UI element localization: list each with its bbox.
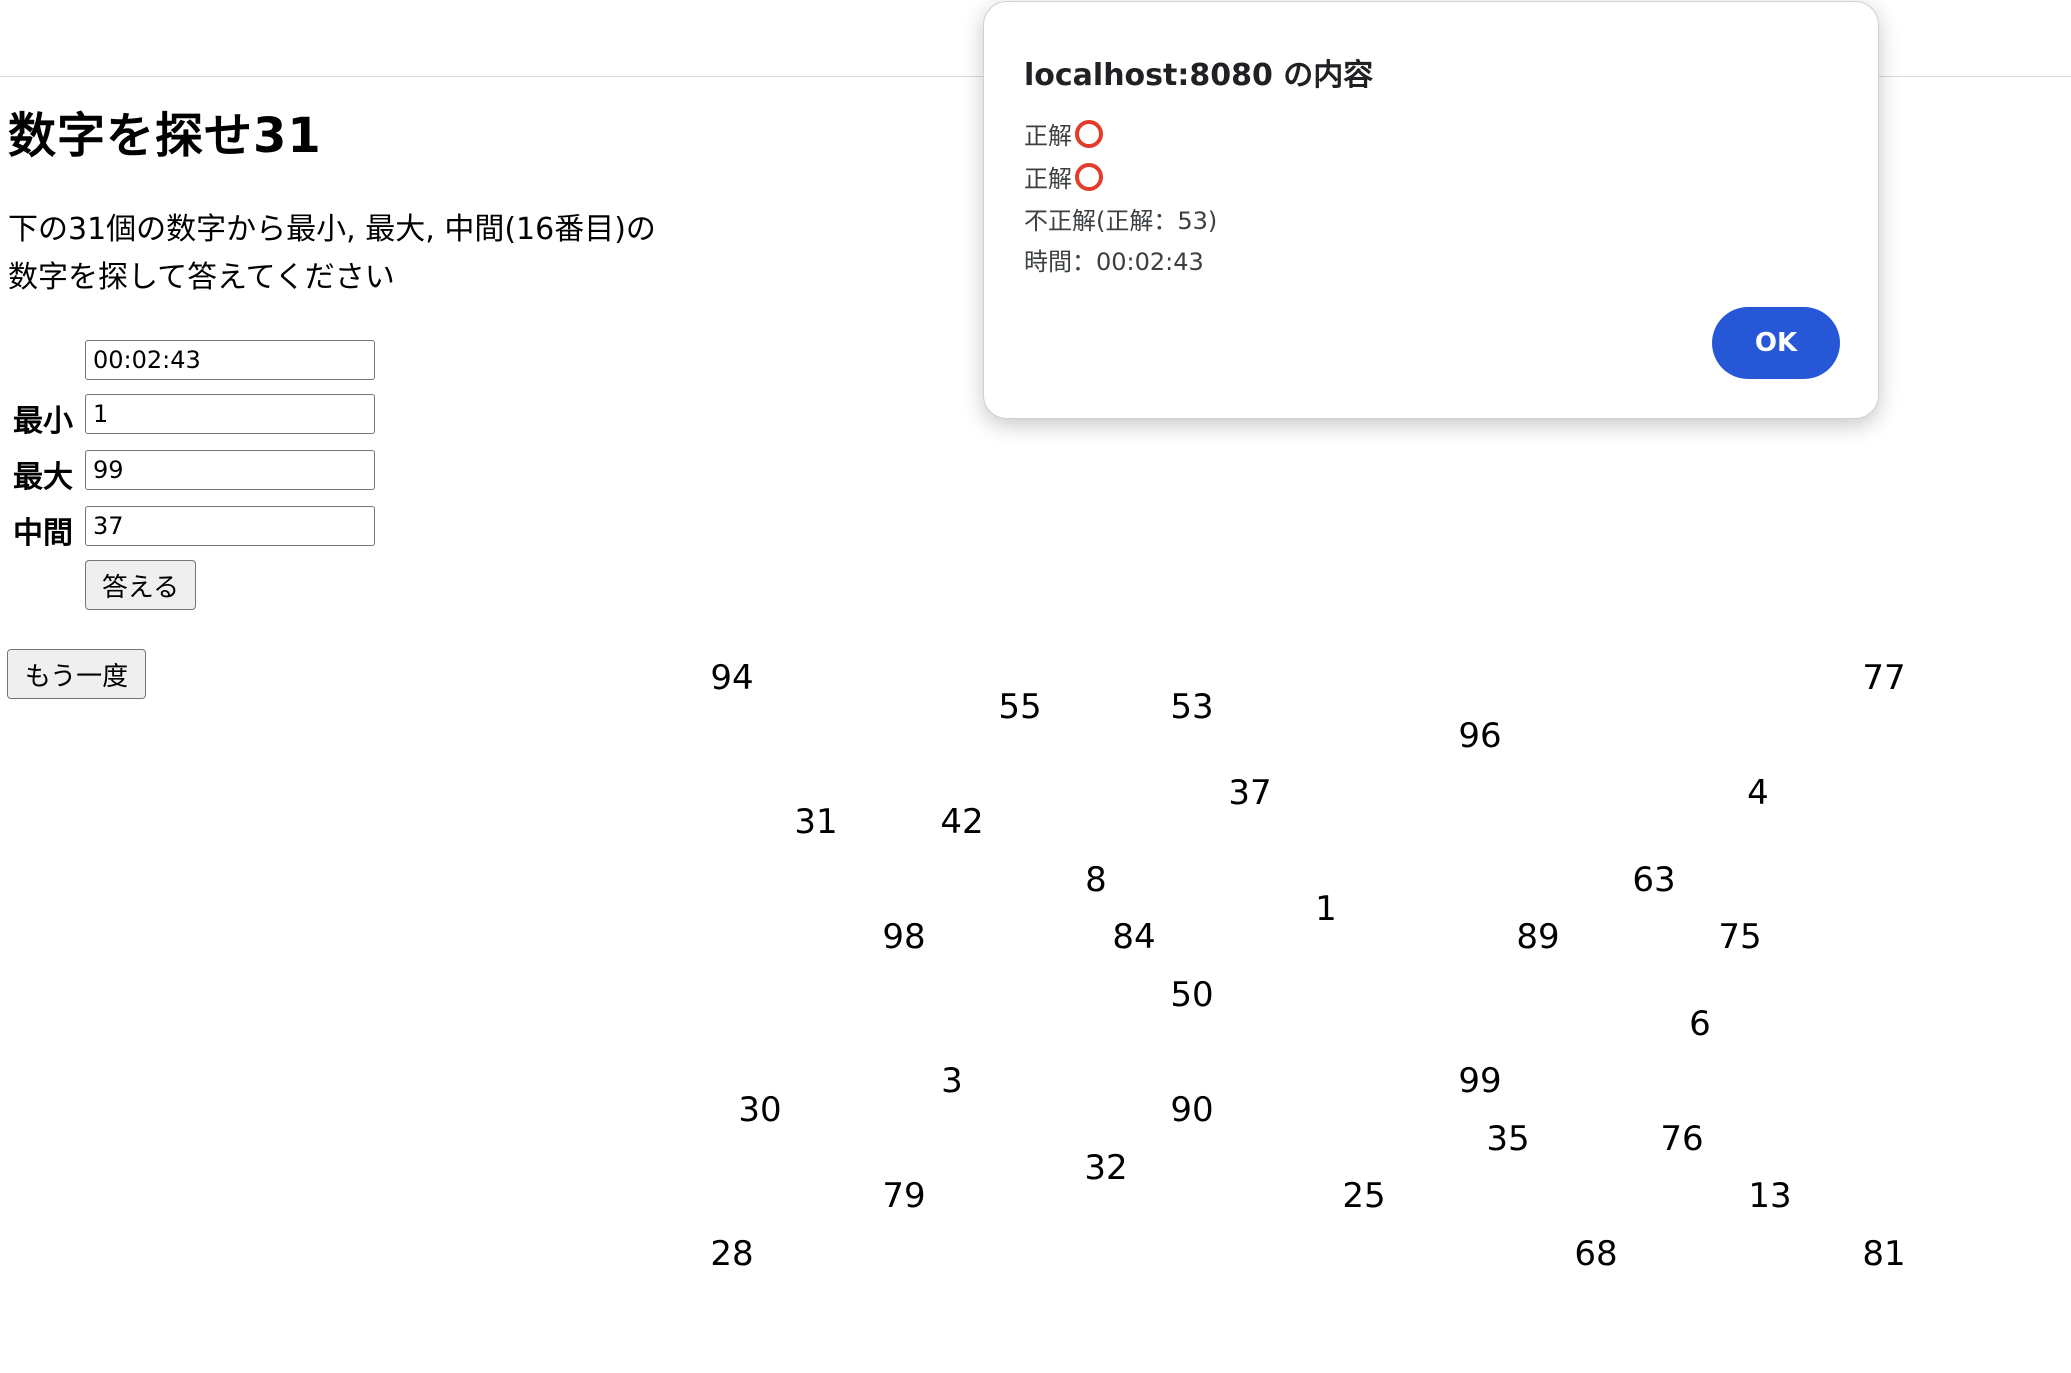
number-item: 8 <box>1085 860 1107 900</box>
number-item: 55 <box>998 687 1042 727</box>
number-item: 37 <box>1228 773 1272 813</box>
dialog-line-2-text: 正解 <box>1024 165 1072 193</box>
instructions: 下の31個の数字から最小, 最大, 中間(16番目)の 数字を探して答えてくださ… <box>8 206 728 302</box>
max-input[interactable] <box>85 450 375 490</box>
number-item: 30 <box>738 1090 782 1130</box>
number-item: 90 <box>1170 1090 1214 1130</box>
mid-input[interactable] <box>85 506 375 546</box>
number-item: 25 <box>1342 1176 1386 1216</box>
number-item: 13 <box>1748 1176 1792 1216</box>
number-item: 42 <box>940 802 984 842</box>
number-item: 63 <box>1632 860 1676 900</box>
number-item: 53 <box>1170 687 1214 727</box>
instructions-line-1: 下の31個の数字から最小, 最大, 中間(16番目)の <box>8 212 656 247</box>
dialog-title: localhost:8080 の内容 <box>1024 58 1374 93</box>
circle-correct-icon <box>1075 119 1103 148</box>
instructions-line-2: 数字を探して答えてください <box>8 260 395 295</box>
number-item: 84 <box>1112 917 1156 957</box>
number-item: 35 <box>1486 1119 1530 1159</box>
number-item: 99 <box>1458 1061 1502 1101</box>
number-item: 6 <box>1689 1004 1711 1044</box>
number-item: 68 <box>1574 1234 1618 1274</box>
page: 数字を探せ31 下の31個の数字から最小, 最大, 中間(16番目)の 数字を探… <box>0 0 2071 1373</box>
dialog-line-3: 不正解(正解：53) <box>1024 207 1218 235</box>
dialog-line-1: 正解 <box>1024 116 1103 151</box>
dialog-line-4: 時間：00:02:43 <box>1024 248 1204 276</box>
number-item: 4 <box>1747 773 1769 813</box>
page-title: 数字を探せ31 <box>8 108 322 164</box>
number-item: 32 <box>1084 1148 1128 1188</box>
number-item: 98 <box>882 917 926 957</box>
dialog-line-2: 正解 <box>1024 159 1103 194</box>
answer-button[interactable]: 答える <box>85 560 196 610</box>
min-input[interactable] <box>85 394 375 434</box>
number-item: 28 <box>710 1234 754 1274</box>
circle-correct-icon <box>1075 162 1103 191</box>
ok-button[interactable]: OK <box>1712 307 1840 379</box>
dialog-line-1-text: 正解 <box>1024 122 1072 150</box>
number-item: 76 <box>1660 1119 1704 1159</box>
number-item: 3 <box>941 1061 963 1101</box>
max-label: 最大 <box>13 460 73 495</box>
number-item: 79 <box>882 1176 926 1216</box>
retry-button[interactable]: もう一度 <box>7 649 146 699</box>
number-item: 31 <box>794 802 838 842</box>
mid-label: 中間 <box>13 516 73 551</box>
number-item: 81 <box>1862 1234 1906 1274</box>
number-item: 94 <box>710 658 754 698</box>
number-item: 1 <box>1315 889 1337 929</box>
number-item: 96 <box>1458 716 1502 756</box>
alert-dialog: localhost:8080 の内容 正解 正解 不正解(正解：53) 時間：0… <box>983 1 1879 419</box>
number-item: 75 <box>1718 917 1762 957</box>
number-item: 89 <box>1516 917 1560 957</box>
number-item: 77 <box>1862 658 1906 698</box>
min-label: 最小 <box>13 404 73 439</box>
number-item: 50 <box>1170 975 1214 1015</box>
timer-field[interactable] <box>85 340 375 380</box>
